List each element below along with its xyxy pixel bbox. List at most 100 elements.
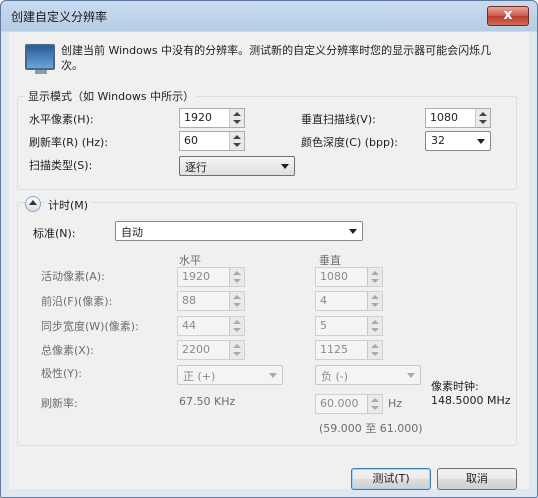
- active-h-spinner: 1920: [177, 267, 245, 287]
- dropdown-arrow-icon: [349, 229, 357, 234]
- scan-type-value: 逐行: [185, 161, 207, 174]
- spin-up-icon[interactable]: [233, 135, 241, 139]
- spin-up-icon: [371, 271, 379, 275]
- spin-down-icon: [371, 352, 379, 356]
- timing-refresh-label: 刷新率:: [41, 397, 78, 410]
- v-lines-spinner[interactable]: 1080: [425, 108, 491, 128]
- polarity-v-select: 负 (-): [315, 365, 421, 385]
- spin-down-icon: [233, 328, 241, 332]
- total-v-spinner: 1125: [315, 340, 383, 360]
- timing-legend[interactable]: 计时(M): [45, 197, 92, 213]
- v-refresh-unit: Hz: [388, 397, 403, 410]
- dialog-window: 创建自定义分辨率 x 创建当前 Windows 中没有的分辨率。测试新的自定义分…: [0, 0, 538, 498]
- info-text: 创建当前 Windows 中没有的分辨率。测试新的自定义分辨率时您的显示器可能会…: [61, 44, 492, 72]
- color-depth-label: 颜色深度(C) (bpp):: [301, 136, 398, 149]
- v-refresh-value: 60.000: [320, 397, 359, 410]
- sync-width-label: 同步宽度(W)(像素):: [41, 320, 139, 333]
- front-porch-v-spinner: 4: [315, 291, 383, 311]
- spin-down-icon[interactable]: [479, 120, 487, 124]
- v-lines-arrows[interactable]: [475, 109, 490, 127]
- h-pixels-arrows[interactable]: [229, 109, 244, 127]
- v-lines-label: 垂直扫描线(V):: [301, 113, 376, 126]
- pixel-clock-label: 像素时钟:: [431, 380, 479, 393]
- collapse-timing-icon[interactable]: [25, 196, 41, 212]
- spin-up-icon: [233, 271, 241, 275]
- h-refresh-value: 67.50 KHz: [179, 395, 236, 408]
- sync-width-h-spinner: 44: [177, 316, 245, 336]
- total-h-value: 2200: [182, 343, 210, 356]
- spin-down-icon[interactable]: [233, 120, 241, 124]
- front-porch-label: 前沿(F)(像素):: [41, 295, 113, 308]
- active-v-arrows: [367, 268, 382, 286]
- pixel-clock-value: 148.5000 MHz: [431, 394, 511, 407]
- polarity-v-value: 负 (-): [321, 370, 349, 383]
- h-pixels-value: 1920: [184, 111, 212, 124]
- spin-up-icon: [371, 295, 379, 299]
- spin-up-icon: [371, 344, 379, 348]
- refresh-rate-label: 刷新率(R) (Hz):: [29, 136, 109, 149]
- sync-width-v-spinner: 5: [315, 316, 383, 336]
- spin-down-icon: [233, 279, 241, 283]
- front-porch-h-value: 88: [182, 294, 196, 307]
- polarity-h-value: 正 (+): [183, 370, 216, 383]
- active-pixels-label: 活动像素(A):: [41, 270, 105, 283]
- color-depth-value: 32: [431, 134, 445, 147]
- spin-down-icon: [371, 328, 379, 332]
- spin-down-icon: [371, 279, 379, 283]
- front-porch-v-arrows: [367, 292, 382, 310]
- scan-type-select[interactable]: 逐行: [179, 156, 295, 176]
- dropdown-arrow-icon: [269, 373, 277, 378]
- spin-up-icon: [371, 398, 379, 402]
- cancel-button[interactable]: 取消: [437, 468, 517, 490]
- refresh-range: (59.000 至 61.000): [319, 422, 423, 435]
- dropdown-arrow-icon: [407, 373, 415, 378]
- spin-down-icon[interactable]: [233, 143, 241, 147]
- sync-width-h-arrows: [229, 317, 244, 335]
- display-mode-legend: 显示模式（如 Windows 中所示）: [25, 88, 198, 104]
- sync-width-v-value: 5: [320, 319, 327, 332]
- horizontal-column-header: 水平: [179, 254, 201, 267]
- refresh-rate-value: 60: [184, 134, 198, 147]
- spin-down-icon: [371, 406, 379, 410]
- active-h-value: 1920: [182, 270, 210, 283]
- spin-up-icon: [233, 295, 241, 299]
- title-bar[interactable]: 创建自定义分辨率 x: [1, 1, 537, 31]
- v-refresh-spinner: 60.000: [315, 394, 383, 414]
- scan-type-label: 扫描类型(S):: [29, 159, 93, 172]
- sync-width-h-value: 44: [182, 319, 196, 332]
- spin-up-icon: [233, 320, 241, 324]
- v-refresh-arrows: [367, 395, 382, 413]
- dropdown-arrow-icon: [281, 164, 289, 169]
- total-h-arrows: [229, 341, 244, 359]
- active-h-arrows: [229, 268, 244, 286]
- v-lines-value: 1080: [430, 111, 458, 124]
- color-depth-select[interactable]: 32: [425, 131, 491, 151]
- h-pixels-label: 水平像素(H):: [29, 113, 94, 126]
- refresh-rate-arrows[interactable]: [229, 132, 244, 150]
- active-v-value: 1080: [320, 270, 348, 283]
- dropdown-arrow-icon: [477, 139, 485, 144]
- spin-down-icon: [233, 303, 241, 307]
- dialog-client-area: 创建当前 Windows 中没有的分辨率。测试新的自定义分辨率时您的显示器可能会…: [9, 32, 529, 490]
- polarity-h-select: 正 (+): [177, 365, 283, 385]
- test-button[interactable]: 测试(T): [351, 468, 431, 490]
- spin-up-icon: [233, 344, 241, 348]
- standard-value: 自动: [121, 226, 143, 239]
- h-pixels-spinner[interactable]: 1920: [179, 108, 245, 128]
- total-h-spinner: 2200: [177, 340, 245, 360]
- spin-down-icon: [371, 303, 379, 307]
- standard-select[interactable]: 自动: [115, 221, 363, 241]
- close-button[interactable]: x: [487, 6, 529, 26]
- front-porch-h-spinner: 88: [177, 291, 245, 311]
- spin-up-icon: [371, 320, 379, 324]
- active-v-spinner: 1080: [315, 267, 383, 287]
- spin-down-icon: [233, 352, 241, 356]
- total-v-value: 1125: [320, 343, 348, 356]
- refresh-rate-spinner[interactable]: 60: [179, 131, 245, 151]
- standard-label: 标准(N):: [33, 227, 76, 240]
- total-v-arrows: [367, 341, 382, 359]
- front-porch-v-value: 4: [320, 294, 327, 307]
- spin-up-icon[interactable]: [479, 112, 487, 116]
- spin-up-icon[interactable]: [233, 112, 241, 116]
- vertical-column-header: 垂直: [319, 254, 341, 267]
